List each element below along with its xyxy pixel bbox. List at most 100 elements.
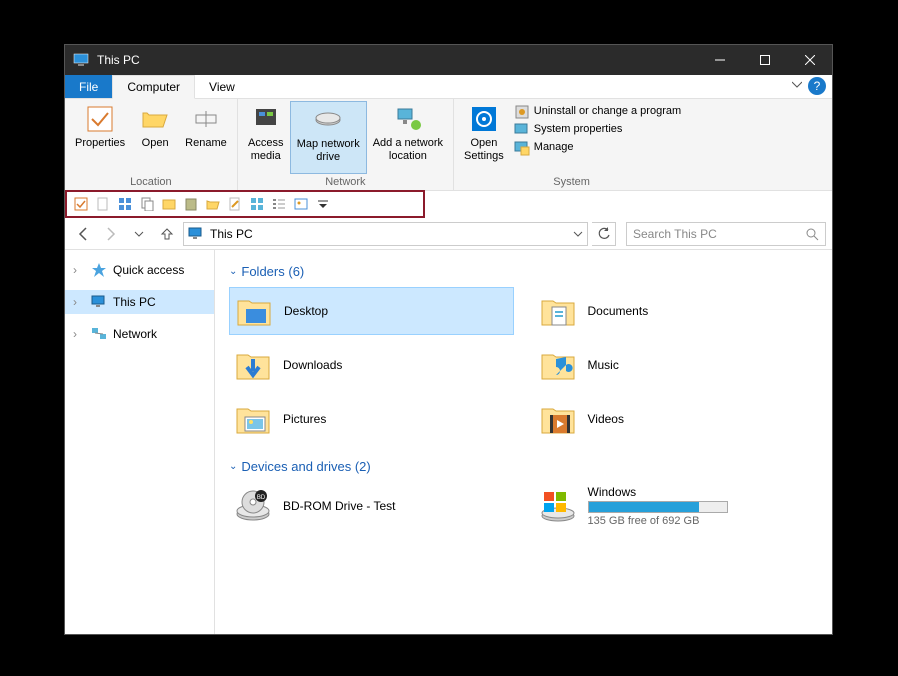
network-location-icon [392,103,424,135]
folder-desktop[interactable]: Desktop [229,287,514,335]
maximize-button[interactable] [742,45,787,75]
tab-file[interactable]: File [65,75,112,98]
ribbon-tabs: File Computer View ? [65,75,832,99]
add-network-location-button[interactable]: Add a network location [367,101,449,174]
qat-edit-icon[interactable] [227,196,243,212]
minimize-button[interactable] [697,45,742,75]
open-settings-button[interactable]: Open Settings [458,101,510,174]
uninstall-icon [514,104,530,120]
this-pc-icon [188,226,204,242]
rename-icon [190,103,222,135]
qat-panes-icon[interactable] [117,196,133,212]
manage-icon [514,140,530,156]
open-button[interactable]: Open [131,101,179,174]
bdrom-drive-icon: BD [233,486,273,526]
chevron-right-icon: › [73,295,85,309]
drive-name: Windows [588,485,728,499]
search-icon [805,227,819,241]
access-media-button[interactable]: Access media [242,101,290,174]
this-pc-icon [73,52,89,68]
chevron-right-icon: › [73,263,85,277]
address-text: This PC [210,227,253,241]
tab-view[interactable]: View [195,75,249,98]
qat-picture-icon[interactable] [293,196,309,212]
qat-paste-icon[interactable] [183,196,199,212]
windows-drive-icon [538,486,578,526]
music-folder-icon [538,345,578,385]
sidebar-item-network[interactable]: › Network [65,322,214,346]
qat-newfile-icon[interactable] [95,196,111,212]
help-button[interactable]: ? [808,77,826,95]
star-icon [91,262,107,278]
sidebar-item-this-pc[interactable]: › This PC [65,290,214,314]
folders-grid: Desktop Documents Downloads Music Pictur… [229,287,818,443]
rename-button[interactable]: Rename [179,101,233,174]
collapse-ribbon-icon[interactable] [792,79,802,89]
navigation-bar: This PC Search This PC [65,218,832,250]
folder-videos[interactable]: Videos [534,395,819,443]
pictures-folder-icon [233,399,273,439]
network-drive-icon [312,104,344,136]
folder-downloads[interactable]: Downloads [229,341,514,389]
search-placeholder: Search This PC [633,227,717,241]
svg-text:BD: BD [257,495,266,501]
drive-bdrom[interactable]: BD BD-ROM Drive - Test [229,482,514,530]
navigation-pane: › Quick access › This PC › Network [65,250,215,634]
this-pc-icon [91,294,107,310]
titlebar: This PC [65,45,832,75]
qat-largeicons-icon[interactable] [249,196,265,212]
chevron-down-icon: ⌄ [229,266,237,277]
drives-grid: BD BD-ROM Drive - Test Windows 135 GB fr… [229,482,818,530]
group-label-location: Location [69,174,233,190]
qat-newfolder-icon[interactable] [161,196,177,212]
recent-dropdown[interactable] [127,222,151,246]
sidebar-item-quick-access[interactable]: › Quick access [65,258,214,282]
refresh-button[interactable] [592,222,616,246]
map-network-drive-button[interactable]: Map network drive [290,101,367,174]
folder-open-icon [139,103,171,135]
ribbon-group-system: Open Settings Uninstall or change a prog… [454,99,689,190]
qat-open-icon[interactable] [205,196,221,212]
uninstall-program-button[interactable]: Uninstall or change a program [510,103,685,121]
chevron-right-icon: › [73,327,85,341]
body: › Quick access › This PC › Network ⌄ Fol… [65,250,832,634]
media-icon [250,103,282,135]
settings-icon [468,103,500,135]
qat-details-icon[interactable] [271,196,287,212]
folder-music[interactable]: Music [534,341,819,389]
tab-computer[interactable]: Computer [112,75,195,99]
system-properties-button[interactable]: System properties [510,121,685,139]
properties-button[interactable]: Properties [69,101,131,174]
qat-properties-icon[interactable] [73,196,89,212]
network-icon [91,326,107,342]
up-button[interactable] [155,222,179,246]
drive-usage-bar [588,501,728,513]
forward-button[interactable] [99,222,123,246]
system-props-icon [514,122,530,138]
address-dropdown-icon[interactable] [573,229,583,239]
desktop-folder-icon [234,291,274,331]
checkmark-icon [84,103,116,135]
section-devices-header[interactable]: ⌄ Devices and drives (2) [229,459,818,474]
address-bar[interactable]: This PC [183,222,588,246]
folder-pictures[interactable]: Pictures [229,395,514,443]
search-box[interactable]: Search This PC [626,222,826,246]
ribbon-group-network: Access media Map network drive Add a net… [238,99,454,190]
downloads-folder-icon [233,345,273,385]
drive-free-text: 135 GB free of 692 GB [588,515,728,527]
manage-button[interactable]: Manage [510,139,685,157]
back-button[interactable] [71,222,95,246]
ribbon: Properties Open Rename Location Access m… [65,99,832,191]
qat-copy-icon[interactable] [139,196,155,212]
section-folders-header[interactable]: ⌄ Folders (6) [229,264,818,279]
drive-usage-fill [589,502,699,512]
window-title: This PC [97,53,140,67]
drive-windows[interactable]: Windows 135 GB free of 692 GB [534,482,819,530]
close-button[interactable] [787,45,832,75]
chevron-down-icon: ⌄ [229,461,237,472]
qat-customize-icon[interactable] [315,196,331,212]
quick-access-toolbar [65,190,425,218]
folder-documents[interactable]: Documents [534,287,819,335]
documents-folder-icon [538,291,578,331]
content-pane: ⌄ Folders (6) Desktop Documents Download… [215,250,832,634]
